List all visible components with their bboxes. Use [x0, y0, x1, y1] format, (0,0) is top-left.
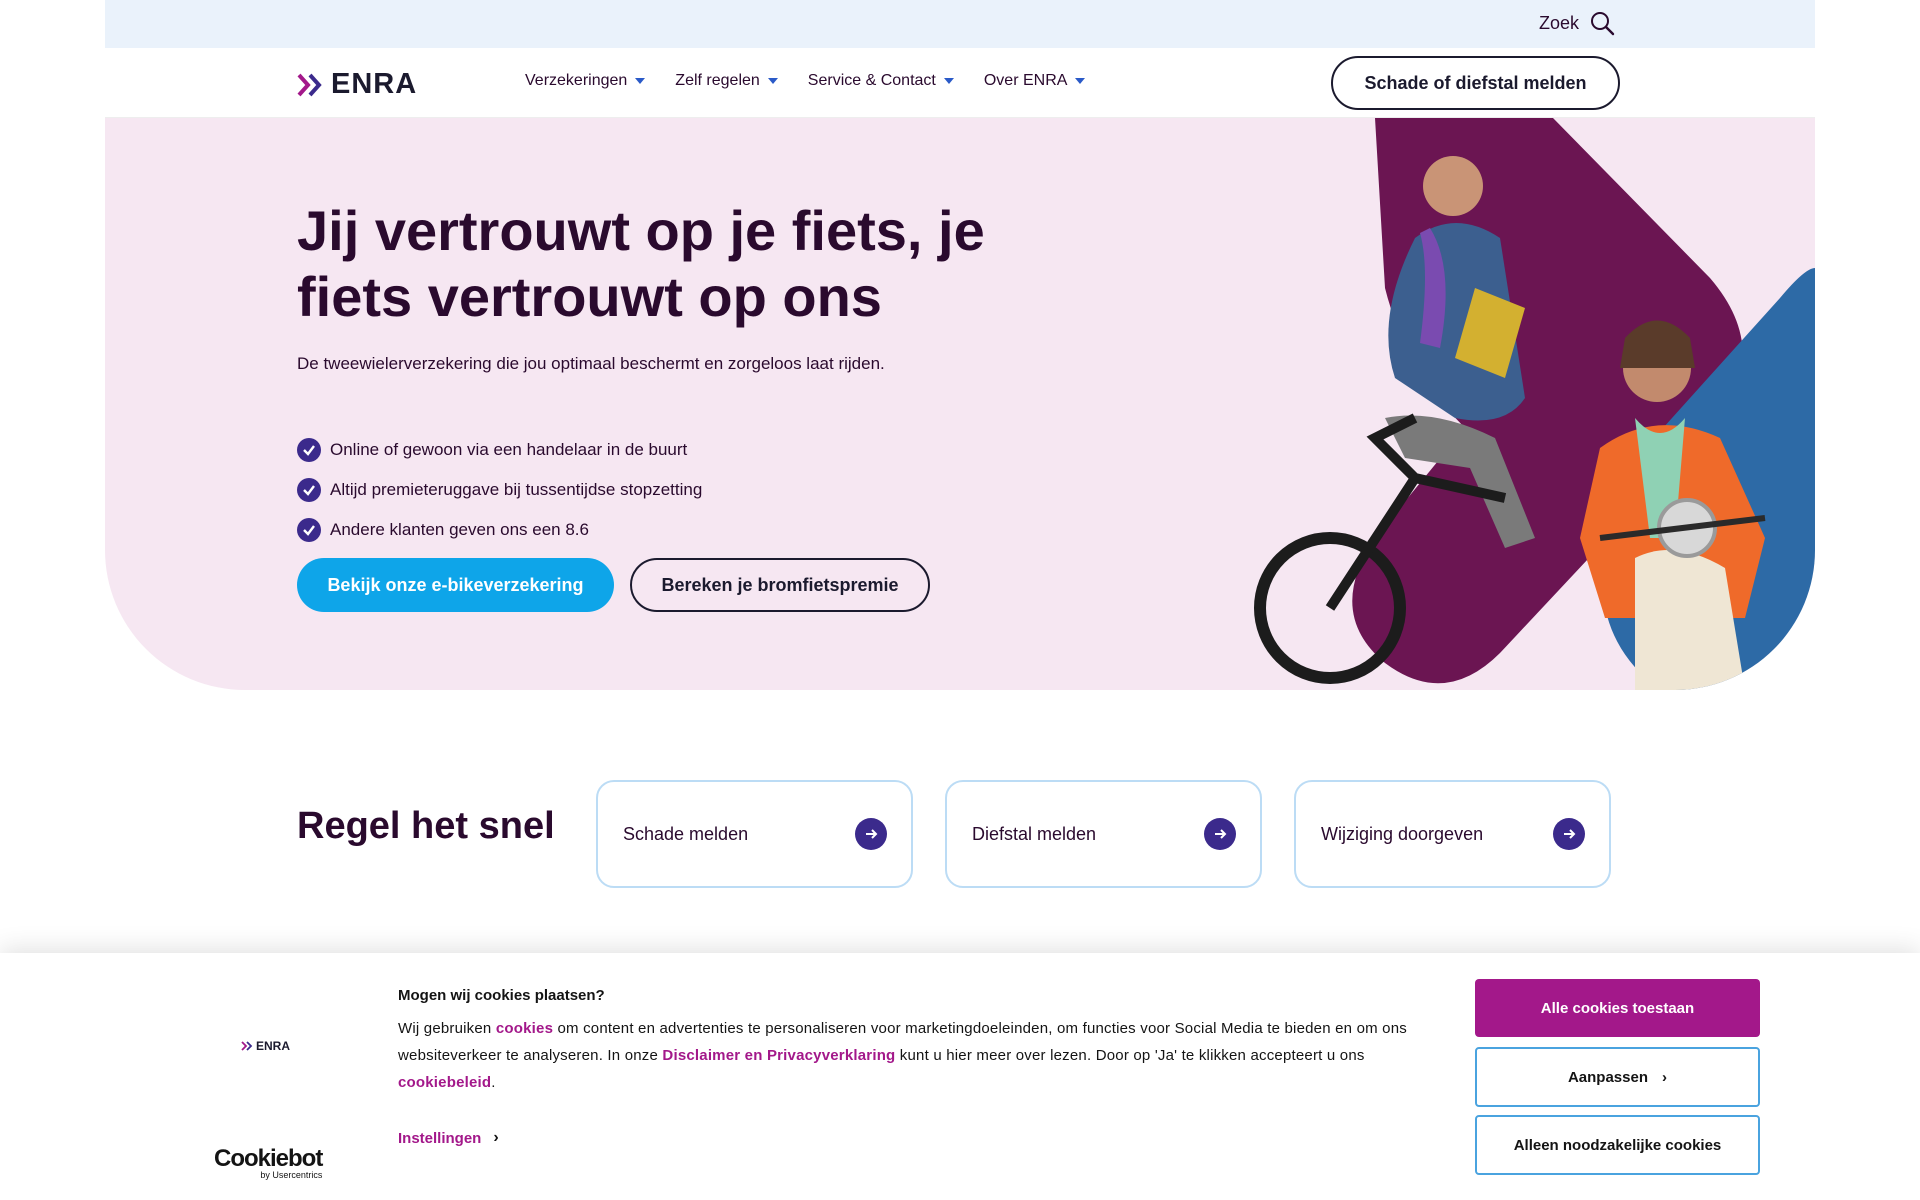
disclaimer-link[interactable]: Disclaimer en Privacyverklaring: [662, 1047, 895, 1064]
check-circle-icon: [297, 478, 321, 502]
card-label: Wijziging doorgeven: [1321, 823, 1484, 844]
cookie-policy-link[interactable]: cookiebeleid: [398, 1074, 491, 1091]
moped-premium-button[interactable]: Bereken je bromfietspremie: [630, 558, 930, 612]
cookie-banner: ENRA Cookiebot by Usercentrics Mogen wij…: [0, 953, 1920, 1200]
cookie-text-part: kunt u hier meer over lezen. Door op 'Ja…: [895, 1047, 1365, 1064]
cookie-logo-text: ENRA: [256, 1039, 291, 1053]
card-label: Diefstal melden: [972, 823, 1097, 844]
check-circle-icon: [297, 438, 321, 462]
main-nav: Verzekeringen Zelf regelen Service & Con…: [525, 72, 1086, 90]
benefit-text: Andere klanten geven ons een 8.6: [330, 520, 589, 539]
chevron-right-icon: ›: [493, 1129, 499, 1146]
caret-down-icon: [1075, 78, 1086, 84]
cookie-text-part: Wij gebruiken: [398, 1020, 496, 1037]
hero-section: Jij vertrouwt op je fiets, je fiets vert…: [105, 118, 1815, 690]
nav-item-over-enra[interactable]: Over ENRA: [984, 72, 1086, 90]
arrow-right-circle-icon: [1553, 818, 1585, 850]
nav-label: Zelf regelen: [675, 72, 760, 89]
cookiebot-brand[interactable]: Cookiebot by Usercentrics: [214, 1145, 323, 1180]
ebike-insurance-button[interactable]: Bekijk onze e-bikeverzekering: [297, 558, 614, 612]
settings-label: Instellingen: [398, 1129, 482, 1147]
site-header: ENRA Verzekeringen Zelf regelen Service …: [105, 48, 1815, 118]
cookie-enra-logo: ENRA: [241, 1039, 290, 1053]
necessary-cookies-button[interactable]: Alleen noodzakelijke cookies: [1475, 1115, 1760, 1175]
cookie-text-part: .: [491, 1074, 496, 1091]
chevron-logo-icon: [297, 72, 327, 98]
benefit-item: Online of gewoon via een handelaar in de…: [297, 430, 702, 470]
allow-all-cookies-button[interactable]: Alle cookies toestaan: [1475, 979, 1760, 1037]
cookie-text: Wij gebruiken cookies om content en adve…: [398, 1015, 1438, 1096]
benefit-item: Altijd premieteruggave bij tussentijdse …: [297, 470, 702, 510]
benefit-text: Altijd premieteruggave bij tussentijdse …: [330, 480, 703, 499]
chevron-right-icon: ›: [1662, 1068, 1668, 1086]
caret-down-icon: [767, 78, 778, 84]
arrow-right-circle-icon: [1204, 818, 1236, 850]
search-label: Zoek: [1538, 12, 1579, 33]
nav-item-service-contact[interactable]: Service & Contact: [808, 72, 954, 90]
customize-label: Aanpassen: [1567, 1068, 1649, 1086]
nav-item-verzekeringen[interactable]: Verzekeringen: [525, 72, 646, 90]
hero-image: [1254, 118, 1815, 690]
quick-actions: Schade melden Diefstal melden Wijziging …: [596, 780, 1611, 888]
card-wijziging-doorgeven[interactable]: Wijziging doorgeven: [1294, 780, 1611, 888]
nav-item-zelf-regelen[interactable]: Zelf regelen: [675, 72, 778, 90]
customize-cookies-button[interactable]: Aanpassen ›: [1475, 1047, 1760, 1107]
search-link[interactable]: Zoek: [1539, 10, 1615, 36]
utility-bar: Zoek: [105, 0, 1815, 48]
hero-title: Jij vertrouwt op je fiets, je fiets vert…: [297, 199, 985, 328]
cookiebot-name: Cookiebot: [214, 1145, 323, 1172]
cookie-heading: Mogen wij cookies plaatsen?: [398, 987, 605, 1004]
chevron-logo-icon: [241, 1041, 253, 1051]
check-circle-icon: [297, 518, 321, 542]
benefit-text: Online of gewoon via een handelaar in de…: [330, 440, 688, 459]
nav-label: Verzekeringen: [525, 72, 628, 89]
nav-label: Over ENRA: [983, 72, 1068, 89]
search-icon: [1591, 12, 1615, 36]
enra-logo[interactable]: ENRA: [297, 68, 417, 101]
hero-subtitle: De tweewielerverzekering die jou optimaa…: [297, 354, 885, 373]
nav-label: Service & Contact: [807, 72, 936, 89]
cookies-link[interactable]: cookies: [496, 1020, 553, 1037]
benefit-item: Andere klanten geven ons een 8.6: [297, 510, 702, 550]
caret-down-icon: [635, 78, 646, 84]
arrow-right-circle-icon: [855, 818, 887, 850]
hero-cta-row: Bekijk onze e-bikeverzekering Bereken je…: [297, 558, 930, 612]
card-label: Schade melden: [623, 823, 749, 844]
cookie-settings-link[interactable]: Instellingen ›: [398, 1129, 499, 1147]
benefits-list: Online of gewoon via een handelaar in de…: [297, 430, 702, 550]
card-schade-melden[interactable]: Schade melden: [596, 780, 913, 888]
caret-down-icon: [943, 78, 954, 84]
logo-text: ENRA: [331, 68, 418, 100]
report-damage-button[interactable]: Schade of diefstal melden: [1331, 56, 1620, 110]
card-diefstal-melden[interactable]: Diefstal melden: [945, 780, 1262, 888]
quick-actions-title: Regel het snel: [297, 805, 555, 847]
